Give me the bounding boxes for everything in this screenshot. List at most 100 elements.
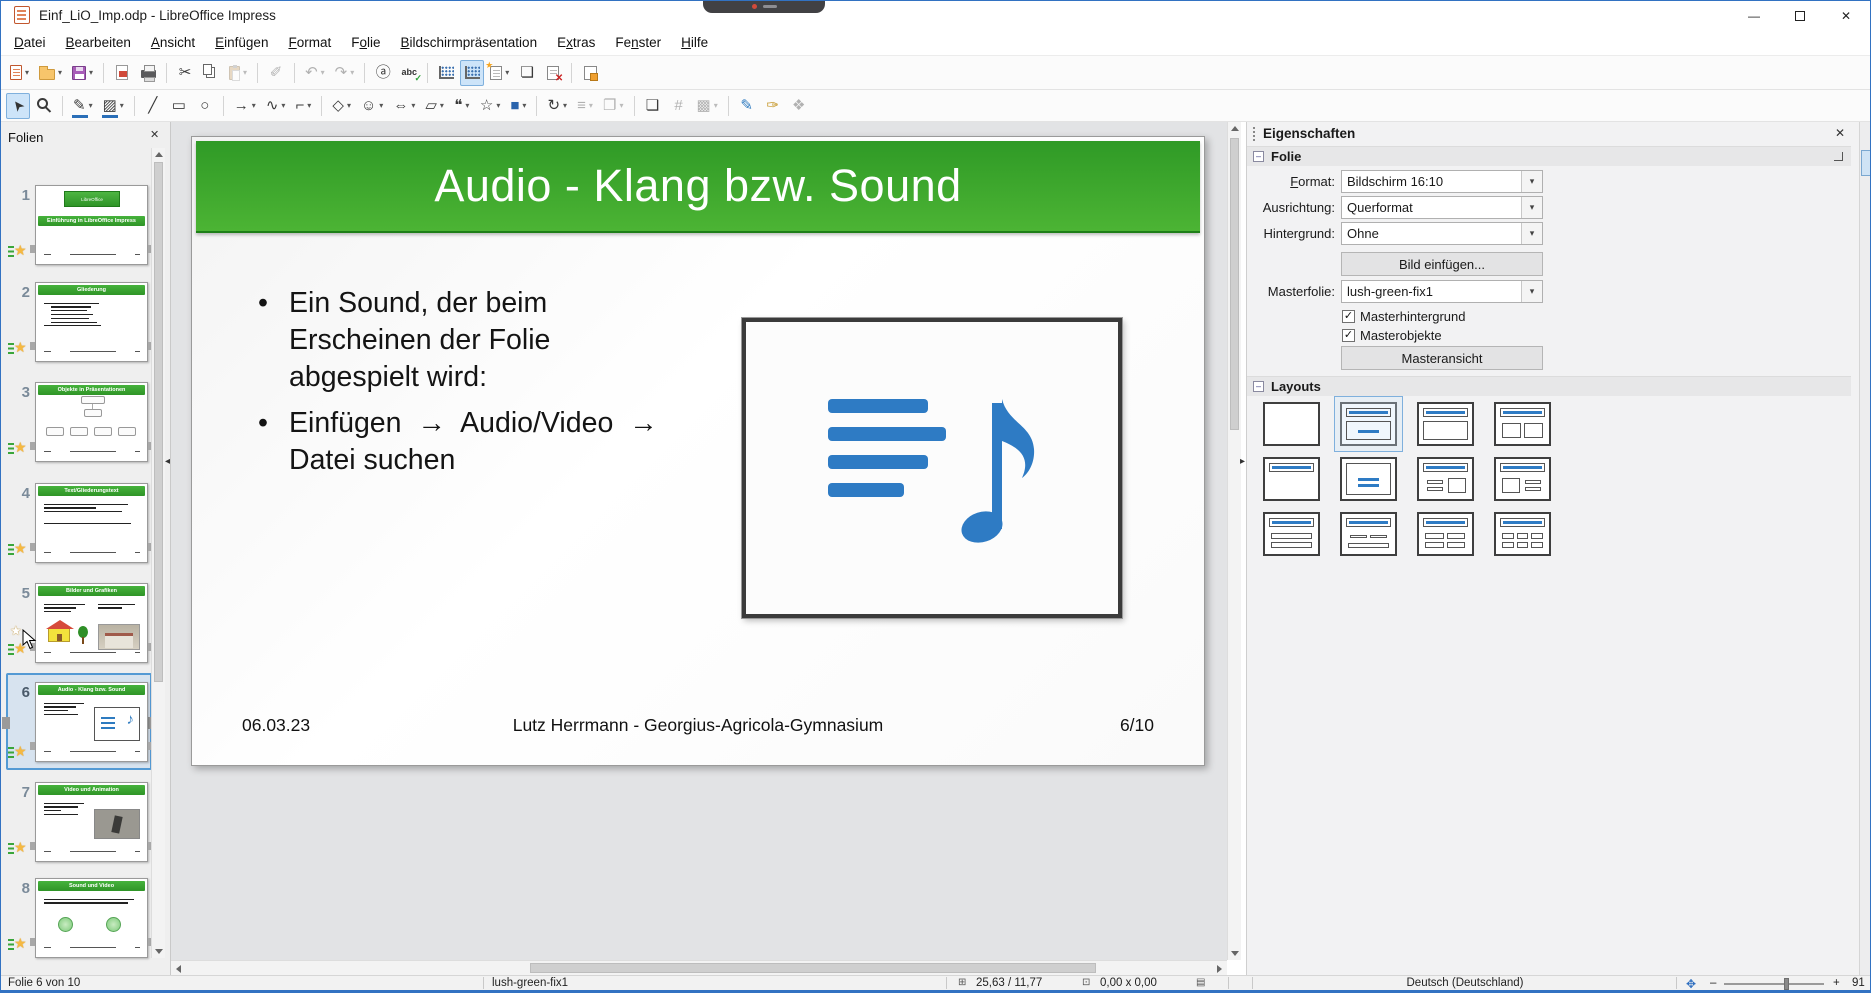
- more-options-icon[interactable]: [1834, 152, 1843, 161]
- slide-thumbnail-2[interactable]: 2 Gliederung ★: [0, 282, 171, 362]
- cut-button[interactable]: ✂: [173, 60, 197, 86]
- collapse-left-panel-button[interactable]: ◂: [165, 456, 170, 467]
- dropdown-arrow-icon[interactable]: ▾: [89, 68, 93, 77]
- slide-title-placeholder[interactable]: Audio - Klang bzw. Sound: [196, 141, 1200, 233]
- fit-slide-icon[interactable]: ✥: [1686, 977, 1696, 991]
- audio-image-object[interactable]: [742, 318, 1122, 618]
- footer-text[interactable]: Lutz Herrmann - Georgius-Agricola-Gymnas…: [192, 715, 1204, 736]
- zoom-in-button[interactable]: +: [1833, 977, 1840, 989]
- snap-to-grid-button[interactable]: [460, 60, 484, 86]
- stars-banners-button[interactable]: ☆▾: [476, 93, 504, 119]
- section-layouts-header[interactable]: – Layouts: [1247, 376, 1851, 396]
- slide-thumb-canvas[interactable]: Bilder und Grafiken: [35, 583, 148, 663]
- dropdown-arrow-icon[interactable]: ▾: [281, 101, 285, 110]
- block-arrows-button[interactable]: ⇔▾: [389, 93, 419, 119]
- lines-arrows-button[interactable]: →▾: [230, 93, 260, 119]
- layout-title-2content-over-content[interactable]: [1340, 512, 1397, 556]
- callouts-button[interactable]: ❝▾: [450, 93, 474, 119]
- dropdown-arrow-icon[interactable]: ▾: [89, 101, 93, 110]
- slide-thumbnail-4[interactable]: 4 Text/Gliederungstext ★: [0, 483, 171, 563]
- scrollbar-thumb[interactable]: [1230, 138, 1239, 430]
- connectors-button[interactable]: ⌐▾: [291, 93, 315, 119]
- insert-line-button[interactable]: ╱: [141, 93, 165, 119]
- scroll-up-icon[interactable]: [155, 152, 163, 157]
- display-grid-button[interactable]: [434, 60, 458, 86]
- layout-title-only[interactable]: [1263, 457, 1320, 501]
- chevron-down-icon[interactable]: ▾: [1521, 281, 1542, 302]
- layout-title-2content[interactable]: [1494, 402, 1551, 446]
- layout-2content-content[interactable]: [1417, 457, 1474, 501]
- layout-title-content[interactable]: [1340, 402, 1397, 446]
- slide-thumbnail-6-selected[interactable]: 6 Audio - Klang bzw. Sound ♪ ★: [0, 682, 171, 762]
- master-view-button[interactable]: Masteransicht: [1341, 346, 1543, 370]
- scrollbar-thumb[interactable]: [154, 162, 163, 682]
- menu-bearbeiten[interactable]: Bearbeiten: [56, 31, 141, 54]
- export-pdf-button[interactable]: [110, 60, 134, 86]
- dropdown-arrow-icon[interactable]: ▾: [589, 101, 593, 110]
- curves-polygons-button[interactable]: ∿▾: [262, 93, 290, 119]
- canvas-horizontal-scrollbar[interactable]: [171, 960, 1227, 975]
- chevron-down-icon[interactable]: ▾: [1521, 223, 1542, 244]
- checkbox-checked-icon[interactable]: ✓: [1342, 329, 1355, 342]
- slide-thumbnail-5[interactable]: 5 Bilder und Grafiken ★ ★: [0, 583, 171, 663]
- dropdown-arrow-icon[interactable]: ▾: [440, 101, 444, 110]
- dropdown-arrow-icon[interactable]: ▾: [619, 101, 623, 110]
- ellipse-button[interactable]: ○: [193, 93, 217, 119]
- zoom-slider[interactable]: [1724, 983, 1824, 985]
- scroll-up-icon[interactable]: [1231, 126, 1239, 131]
- copy-button[interactable]: [199, 60, 223, 86]
- format-select[interactable]: Bildschirm 16:10 ▾: [1341, 170, 1543, 193]
- duplicate-slide-button[interactable]: ❏: [515, 60, 539, 86]
- zoom-button[interactable]: [32, 93, 56, 119]
- dropdown-arrow-icon[interactable]: ▾: [379, 101, 383, 110]
- menu-hilfe[interactable]: Hilfe: [671, 31, 718, 54]
- dropdown-arrow-icon[interactable]: ▾: [522, 101, 526, 110]
- dropdown-arrow-icon[interactable]: ▾: [505, 68, 509, 77]
- collapse-section-icon[interactable]: –: [1253, 151, 1264, 162]
- master-slide-select[interactable]: lush-green-fix1 ▾: [1341, 280, 1543, 303]
- collapse-right-panel-button[interactable]: ▸: [1240, 456, 1245, 467]
- scrollbar-thumb[interactable]: [530, 963, 1096, 973]
- slide-thumb-canvas[interactable]: LibreOffice Einführung in LibreOffice Im…: [35, 185, 148, 265]
- canvas-vertical-scrollbar[interactable]: [1227, 122, 1241, 960]
- menu-format[interactable]: Format: [278, 31, 341, 54]
- workspace[interactable]: Audio - Klang bzw. Sound Ein Sound, der …: [171, 122, 1227, 960]
- dropdown-arrow-icon[interactable]: ▾: [243, 68, 247, 77]
- layout-title-6content[interactable]: [1494, 512, 1551, 556]
- basic-shapes-button[interactable]: ◇▾: [328, 93, 355, 119]
- close-button[interactable]: ✕: [1823, 1, 1869, 30]
- dropdown-arrow-icon[interactable]: ▾: [321, 68, 325, 77]
- master-slide-status[interactable]: lush-green-fix1: [492, 977, 568, 989]
- dropdown-arrow-icon[interactable]: ▾: [496, 101, 500, 110]
- delete-slide-button[interactable]: [541, 60, 565, 86]
- transformations-button[interactable]: ↻▾: [543, 93, 571, 119]
- 3d-objects-button[interactable]: ■▾: [506, 93, 530, 119]
- shadow-button[interactable]: ❏: [641, 93, 665, 119]
- dropdown-arrow-icon[interactable]: ▾: [307, 101, 311, 110]
- maximize-button[interactable]: [1777, 1, 1823, 30]
- zoom-slider-thumb[interactable]: [1784, 978, 1789, 990]
- layout-title-4content[interactable]: [1417, 512, 1474, 556]
- slide-thumb-canvas[interactable]: Text/Gliederungstext: [35, 483, 148, 563]
- dropdown-arrow-icon[interactable]: ▾: [58, 68, 62, 77]
- slide-thumb-canvas[interactable]: Gliederung: [35, 282, 148, 362]
- print-button[interactable]: [136, 60, 160, 86]
- slide-thumbnail-1[interactable]: 1 LibreOffice Einführung in LibreOffice …: [0, 185, 171, 265]
- menu-extras[interactable]: Extras: [547, 31, 605, 54]
- section-folie-header[interactable]: – Folie: [1247, 146, 1851, 166]
- find-replace-button[interactable]: ⓐ: [371, 60, 395, 86]
- properties-close-button[interactable]: ✕: [1835, 126, 1845, 140]
- rectangle-button[interactable]: ▭: [167, 93, 191, 119]
- slide-thumb-canvas[interactable]: Video und Animation: [35, 782, 148, 862]
- dropdown-arrow-icon[interactable]: ▾: [347, 101, 351, 110]
- insert-image-button[interactable]: Bild einfügen...: [1341, 252, 1543, 276]
- select-button[interactable]: ➤: [6, 93, 30, 119]
- menu-folie[interactable]: Folie: [341, 31, 390, 54]
- chevron-down-icon[interactable]: ▾: [1521, 171, 1542, 192]
- slide-editing-area[interactable]: Audio - Klang bzw. Sound Ein Sound, der …: [191, 136, 1205, 766]
- new-document-button[interactable]: ▾: [6, 60, 33, 86]
- slide-thumbnail-3[interactable]: 3 Objekte in Präsentationen ★: [0, 382, 171, 462]
- chevron-down-icon[interactable]: ▾: [1521, 197, 1542, 218]
- slide-thumb-canvas[interactable]: Audio - Klang bzw. Sound ♪: [35, 682, 148, 762]
- spelling-button[interactable]: abc: [397, 60, 421, 86]
